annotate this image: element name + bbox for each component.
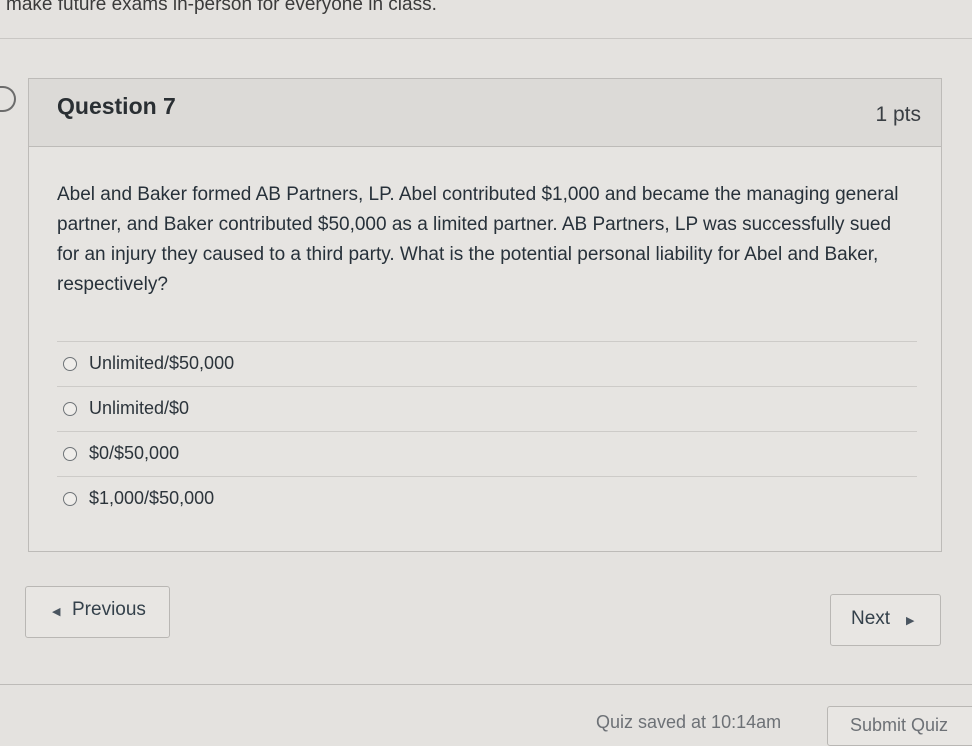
caret-left-icon: ◀ (52, 606, 61, 618)
quiz-saved-status: Quiz saved at 10:14am (596, 712, 782, 732)
question-header: Question 7 1 pts (29, 79, 941, 147)
radio-button[interactable] (63, 447, 77, 461)
answer-label[interactable]: Unlimited/$50,000 (89, 353, 234, 374)
answer-option-2[interactable]: Unlimited/$0 (57, 386, 917, 431)
answer-option-4[interactable]: $1,000/$50,000 (57, 476, 917, 521)
answer-option-1[interactable]: Unlimited/$50,000 (57, 341, 917, 386)
radio-button[interactable] (63, 492, 77, 506)
divider (0, 684, 972, 685)
answer-label[interactable]: $0/$50,000 (89, 443, 179, 464)
answer-label[interactable]: Unlimited/$0 (89, 398, 189, 419)
answer-label[interactable]: $1,000/$50,000 (89, 488, 214, 509)
next-button[interactable]: Next ▶ (830, 594, 941, 646)
radio-button[interactable] (63, 402, 77, 416)
question-points: 1 pts (875, 103, 921, 126)
question-card: Question 7 1 pts Abel and Baker formed A… (28, 78, 942, 552)
caret-right-icon: ▶ (906, 615, 915, 627)
next-label: Next (851, 608, 891, 629)
radio-button[interactable] (63, 357, 77, 371)
divider (0, 38, 972, 39)
answer-list: Unlimited/$50,000 Unlimited/$0 $0/$50,00… (57, 341, 917, 521)
question-title: Question 7 (57, 93, 176, 119)
answer-option-3[interactable]: $0/$50,000 (57, 431, 917, 476)
question-text: Abel and Baker formed AB Partners, LP. A… (57, 184, 899, 295)
top-note-text: make future exams in-person for everyone… (6, 0, 437, 15)
previous-button[interactable]: ◀ Previous (25, 586, 170, 638)
question-flag-marker[interactable] (0, 86, 16, 112)
submit-quiz-button[interactable]: Submit Quiz (827, 706, 972, 746)
submit-quiz-label: Submit Quiz (850, 715, 949, 735)
previous-label: Previous (72, 599, 146, 620)
